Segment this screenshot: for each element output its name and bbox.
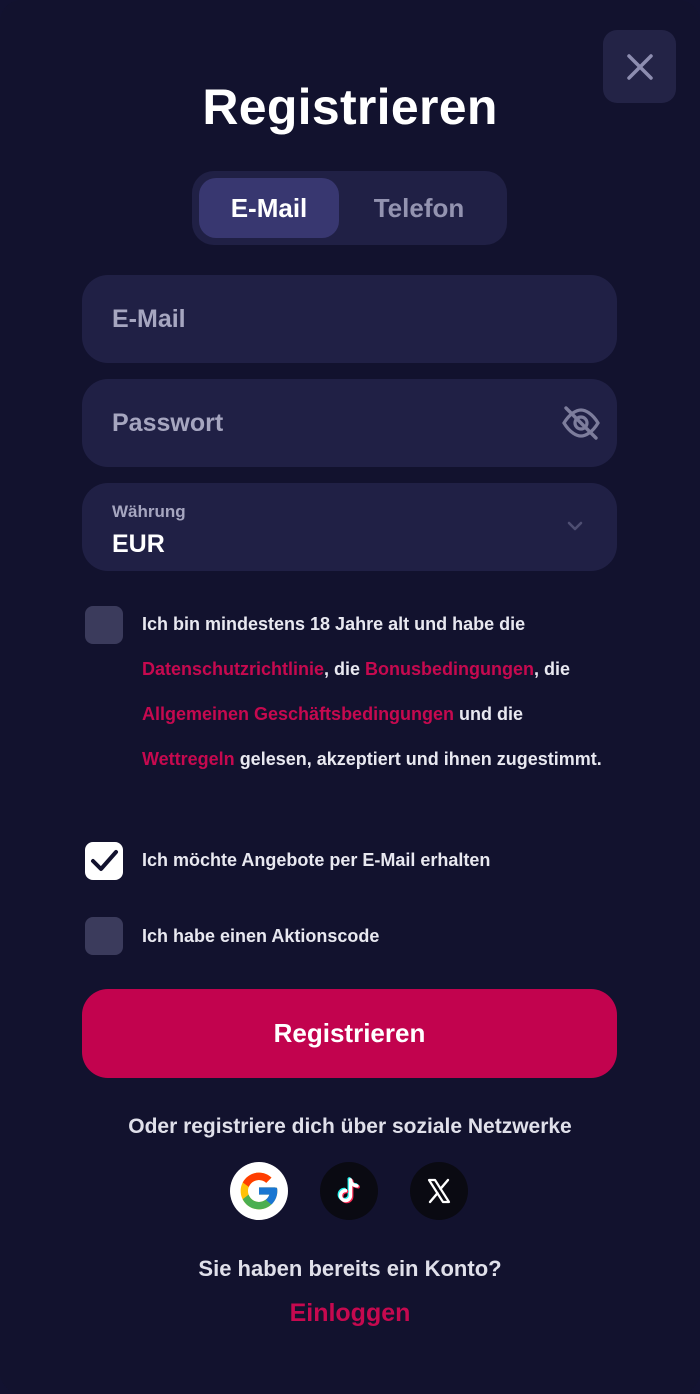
terms-text-part: , die — [534, 659, 571, 679]
email-field[interactable] — [112, 304, 512, 334]
google-button[interactable] — [230, 1162, 288, 1220]
general-terms-link[interactable]: Allgemeinen Geschäftsbedingungen — [142, 704, 454, 724]
terms-text-part: Ich bin mindestens 18 Jahre alt und habe… — [142, 614, 526, 634]
promo-code-label: Ich habe einen Aktionscode — [142, 926, 380, 946]
checkmark-icon — [91, 850, 118, 871]
offers-label: Ich möchte Angebote per E-Mail erhalten — [142, 850, 491, 870]
currency-label: Währung — [112, 502, 186, 521]
terms-text-part: , die — [324, 659, 366, 679]
betting-rules-link[interactable]: Wettregeln — [142, 749, 235, 769]
chevron-down-icon — [567, 521, 583, 531]
password-field[interactable] — [112, 408, 512, 438]
register-button[interactable]: Registrieren — [82, 989, 617, 1078]
bonus-terms-link[interactable]: Bonusbedingungen — [365, 659, 534, 679]
x-button[interactable] — [410, 1162, 468, 1220]
tiktok-button[interactable] — [320, 1162, 378, 1220]
x-icon — [427, 1178, 451, 1204]
password-field-container — [82, 379, 617, 467]
auth-method-tabs: E-Mail Telefon — [192, 171, 507, 245]
email-field-container — [82, 275, 617, 363]
registration-dialog: Registrieren E-Mail Telefon Währung EUR … — [0, 0, 700, 1394]
terms-text-part: gelesen, akzeptiert und ihnen zugestimmt… — [234, 749, 602, 769]
google-icon — [240, 1172, 278, 1210]
tiktok-icon — [337, 1177, 360, 1204]
close-icon — [626, 53, 653, 80]
currency-select[interactable]: Währung EUR — [82, 483, 617, 571]
privacy-policy-link[interactable]: Datenschutzrichtlinie — [142, 659, 324, 679]
existing-account-question: Sie haben bereits ein Konto? — [198, 1256, 502, 1281]
eye-off-icon[interactable] — [561, 403, 601, 443]
currency-value: EUR — [112, 530, 165, 558]
terms-text: Ich bin mindestens 18 Jahre alt und habe… — [142, 602, 612, 782]
tab-email[interactable]: E-Mail — [199, 178, 339, 238]
offers-checkbox[interactable] — [85, 842, 123, 880]
social-register-label: Oder registriere dich über soziale Netzw… — [128, 1115, 572, 1138]
tab-phone[interactable]: Telefon — [339, 178, 499, 238]
terms-text-part: und die — [454, 704, 524, 724]
dialog-title: Registrieren — [202, 79, 498, 135]
promo-code-checkbox[interactable] — [85, 917, 123, 955]
terms-checkbox[interactable] — [85, 606, 123, 644]
login-link[interactable]: Einloggen — [0, 1299, 700, 1328]
